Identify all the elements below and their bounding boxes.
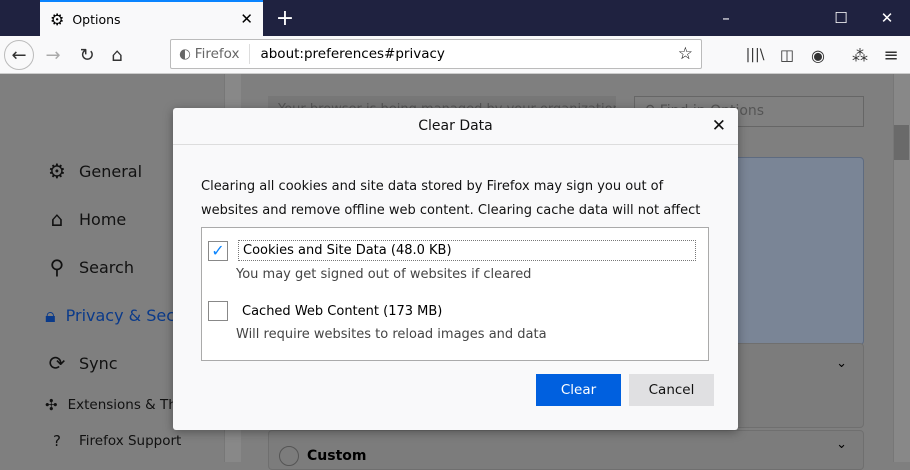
dialog-title: Clear Data	[418, 118, 493, 134]
tab-options[interactable]: ⚙ Options ✕	[40, 0, 263, 36]
sidebar-icon[interactable]: ◫	[772, 40, 802, 70]
clear-data-dialog: Clear Data ✕ Clearing all cookies and si…	[173, 108, 738, 430]
sidebar-item-extensions[interactable]: ✣ Extensions & Themes	[45, 396, 175, 414]
sidebar-item-search[interactable]: ⚲ Search	[45, 255, 134, 279]
cache-option[interactable]: Cached Web Content (173 MB)	[208, 301, 446, 321]
url-text[interactable]: about:preferences#privacy	[250, 46, 677, 62]
options-box: ✓ Cookies and Site Data (48.0 KB) You ma…	[201, 227, 709, 361]
lock-icon: 🔒︎	[45, 303, 56, 327]
sync-icon: ⟳	[48, 351, 66, 375]
chevron-down-icon[interactable]: ⌄	[836, 437, 847, 452]
label: Sync	[79, 353, 118, 373]
chevron-down-icon[interactable]: ⌄	[836, 356, 847, 371]
library-icon[interactable]: |||\	[740, 40, 770, 70]
identity-label: Firefox	[194, 46, 240, 62]
close-window-button[interactable]: ✕	[864, 0, 910, 36]
reload-button[interactable]: ↻	[72, 40, 102, 70]
close-icon[interactable]: ✕	[712, 116, 726, 136]
firefox-icon: ◐	[179, 46, 191, 62]
label: Firefox Support	[79, 433, 182, 449]
cache-label[interactable]: Cached Web Content (173 MB)	[238, 302, 446, 321]
cookies-option[interactable]: ✓ Cookies and Site Data (48.0 KB)	[208, 240, 696, 261]
maximize-button[interactable]: ☐	[818, 0, 864, 36]
minimize-button[interactable]: –	[703, 0, 749, 36]
nav-bar: ← → ↻ ⌂ ◐ Firefox about:preferences#priva…	[0, 36, 910, 74]
new-tab-button[interactable]: +	[262, 0, 308, 36]
label: General	[79, 161, 143, 181]
clear-button[interactable]: Clear	[536, 374, 621, 406]
close-tab-icon[interactable]: ✕	[240, 10, 253, 28]
cookies-checkbox[interactable]: ✓	[208, 240, 228, 261]
menu-icon[interactable]: ≡	[876, 40, 906, 70]
sidebar-item-privacy[interactable]: 🔒︎ Privacy & Security	[45, 303, 175, 327]
sidebar-item-general[interactable]: ⚙ General	[45, 159, 142, 183]
home-icon: ⌂	[50, 207, 64, 231]
bookmark-star-icon[interactable]: ☆	[678, 44, 701, 64]
cache-description: Will require websites to reload images a…	[236, 327, 547, 342]
cancel-button[interactable]: Cancel	[629, 374, 714, 406]
label: Extensions & Themes	[67, 397, 175, 413]
account-icon[interactable]: ◉	[803, 40, 833, 70]
sidebar-item-sync[interactable]: ⟳ Sync	[45, 351, 118, 375]
home-button[interactable]: ⌂	[102, 40, 132, 70]
custom-radio[interactable]	[279, 446, 299, 466]
label: Home	[79, 209, 127, 229]
forward-button[interactable]: →	[38, 40, 68, 70]
scrollbar-thumb[interactable]	[894, 125, 909, 160]
sidebar-item-support[interactable]: ? Firefox Support	[45, 432, 181, 450]
puzzle-icon: ✣	[45, 396, 58, 414]
sidebar-item-home[interactable]: ⌂ Home	[45, 207, 127, 231]
url-bar[interactable]: ◐ Firefox about:preferences#privacy ☆	[170, 39, 702, 69]
cookies-label[interactable]: Cookies and Site Data (48.0 KB)	[238, 240, 696, 261]
back-button[interactable]: ←	[4, 40, 34, 70]
identity-box[interactable]: ◐ Firefox	[171, 44, 251, 64]
help-icon: ?	[53, 432, 61, 450]
tab-bar: ⚙ Options ✕ + – ☐ ✕	[0, 0, 910, 36]
label: Privacy & Security	[65, 305, 175, 325]
custom-panel[interactable]: Custom ⌄	[268, 430, 864, 470]
cache-checkbox[interactable]	[208, 301, 228, 321]
search-icon: ⚲	[49, 255, 65, 279]
label: Search	[79, 257, 134, 277]
tab-title: Options	[72, 11, 121, 27]
cookies-description: You may get signed out of websites if cl…	[236, 267, 532, 282]
gear-icon: ⚙	[48, 159, 66, 183]
gear-icon: ⚙	[50, 9, 65, 29]
dialog-header: Clear Data ✕	[173, 108, 738, 145]
extension-icon[interactable]: ⁂	[845, 40, 875, 70]
